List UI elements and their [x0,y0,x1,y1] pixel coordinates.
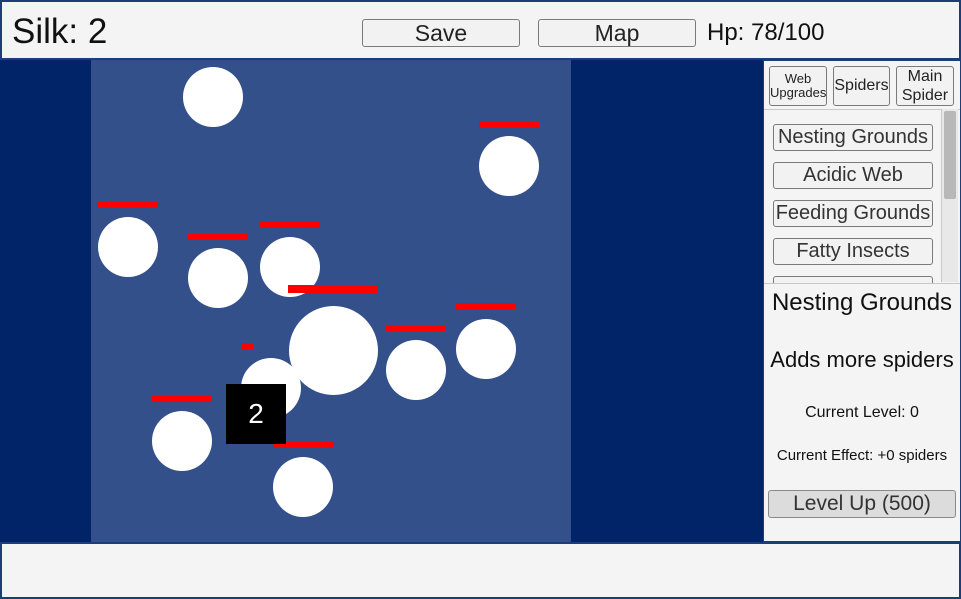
bottom-bar [0,542,961,599]
save-button[interactable]: Save [362,19,520,47]
insect-9[interactable] [152,411,212,471]
upgrade-item-acidic-web[interactable]: Acidic Web [773,162,933,189]
insect-2[interactable] [479,136,539,196]
hp-display: Hp: 78/100 [707,19,825,46]
scrollbar-thumb[interactable] [944,111,956,199]
insect-health-bar [241,343,253,349]
insect-health-bar [260,222,320,228]
insect-10[interactable] [273,457,333,517]
insect-health-bar [188,234,248,240]
web-arena[interactable] [91,60,571,542]
level-up-button[interactable]: Level Up (500) [768,490,956,518]
insect-health-bar [479,122,539,128]
upgrade-current-effect: Current Effect: +0 spiders [776,447,948,464]
insect-health-bar [288,285,378,293]
upgrade-item-partial[interactable] [773,276,933,283]
silk-counter: Silk: 2 [12,12,108,51]
tab-web-upgrades[interactable]: Web Upgrades [769,66,827,106]
insect-large[interactable] [289,306,378,395]
top-bar: Silk: 2 Save Map Hp: 78/100 [0,0,961,60]
tab-spiders[interactable]: Spiders [833,66,890,106]
upgrade-list[interactable]: Nesting Grounds Acidic Web Feeding Groun… [764,109,960,284]
upgrade-item-nesting-grounds[interactable]: Nesting Grounds [773,124,933,151]
insect-health-bar [152,396,212,402]
insect-3[interactable] [98,217,158,277]
upgrade-detail-title: Nesting Grounds [771,289,953,316]
upgrade-list-scrollbar[interactable] [941,109,958,282]
insect-health-bar [98,202,158,208]
upgrade-item-feeding-grounds[interactable]: Feeding Grounds [773,200,933,227]
insect-7[interactable] [456,319,516,379]
insect-6[interactable] [386,340,446,400]
tab-main-spider[interactable]: Main Spider [896,66,954,106]
spider-count-box[interactable]: 2 [226,384,286,444]
insect-4[interactable] [188,248,248,308]
upgrade-detail-description: Adds more spiders [770,347,954,372]
upgrade-item-fatty-insects[interactable]: Fatty Insects [773,238,933,265]
upgrade-current-level: Current Level: 0 [805,404,919,421]
side-panel: Web Upgrades Spiders Main Spider Nesting… [763,60,961,542]
map-button[interactable]: Map [538,19,696,47]
insect-health-bar [456,303,516,309]
insect-health-bar [386,325,446,331]
insect-1[interactable] [183,67,243,127]
